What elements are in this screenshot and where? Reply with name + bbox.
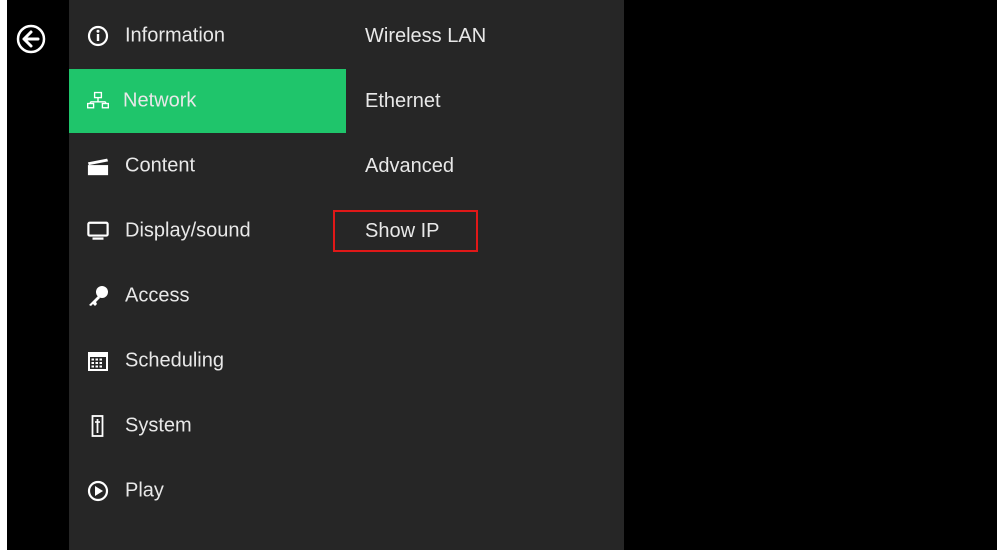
clapperboard-icon (87, 155, 109, 177)
monitor-icon (87, 220, 109, 242)
menu-item-display-sound[interactable]: Display/sound (69, 199, 346, 263)
menu-item-label: Display/sound (125, 219, 251, 242)
menu-item-play[interactable]: Play (69, 459, 346, 523)
calendar-icon (87, 350, 109, 372)
play-icon (87, 480, 109, 502)
menu-item-information[interactable]: Information (69, 4, 346, 68)
menu-item-label: Network (123, 89, 197, 112)
back-rail (7, 0, 69, 550)
network-icon (87, 90, 109, 112)
menu-item-scheduling[interactable]: Scheduling (69, 329, 346, 393)
menu-item-network[interactable]: Network (69, 69, 346, 133)
menu-item-label: Access (125, 284, 190, 307)
submenu-item-ethernet[interactable]: Ethernet (365, 84, 441, 118)
submenu-item-wireless-lan[interactable]: Wireless LAN (365, 19, 486, 53)
screen: Information Network Content Display/soun… (7, 0, 997, 550)
submenu-item-show-ip[interactable]: Show IP (365, 214, 439, 248)
settings-panel: Information Network Content Display/soun… (69, 0, 624, 550)
back-button[interactable] (16, 24, 46, 54)
menu-item-label: Content (125, 154, 196, 177)
menu-item-system[interactable]: System (69, 394, 346, 458)
back-arrow-icon (16, 24, 46, 54)
system-icon (87, 415, 109, 437)
menu-item-label: Scheduling (125, 349, 224, 372)
menu-item-label: Information (125, 24, 226, 47)
menu-item-content[interactable]: Content (69, 134, 346, 198)
content-area (624, 0, 997, 550)
key-icon (87, 285, 109, 307)
submenu-item-advanced[interactable]: Advanced (365, 149, 454, 183)
info-icon (87, 25, 109, 47)
menu-item-label: Play (125, 479, 164, 502)
menu-item-label: System (125, 414, 192, 437)
menu-item-access[interactable]: Access (69, 264, 346, 328)
